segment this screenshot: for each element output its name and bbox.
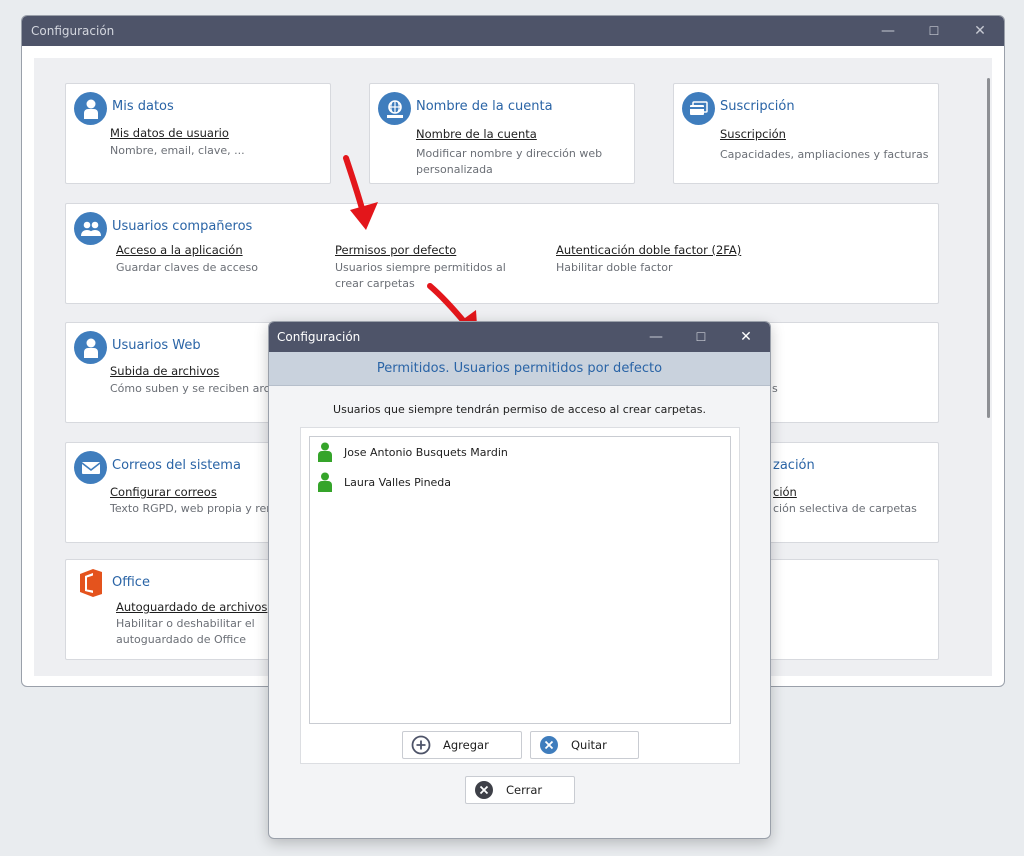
close-icon[interactable]: ✕: [960, 16, 1000, 46]
suscripcion-link[interactable]: Suscripción: [720, 127, 786, 141]
minimize-icon[interactable]: —: [868, 16, 908, 46]
acceso-aplicacion-link[interactable]: Acceso a la aplicación: [116, 243, 243, 257]
close-icon[interactable]: ✕: [726, 322, 766, 352]
main-titlebar[interactable]: Configuración — ☐ ✕: [22, 16, 1004, 46]
card-title: Mis datos: [112, 99, 174, 114]
mail-icon: [74, 451, 107, 484]
card-nombre-cuenta: Nombre de la cuenta Nombre de la cuenta …: [369, 83, 635, 184]
maximize-icon[interactable]: ☐: [914, 16, 954, 46]
card-desc: Nombre, email, clave, ...: [110, 144, 245, 157]
card-title: Usuarios compañeros: [112, 219, 253, 234]
card-desc: Guardar claves de acceso: [116, 261, 258, 274]
card-title: Nombre de la cuenta: [416, 99, 553, 114]
close-circle-icon: [475, 781, 493, 799]
list-item[interactable]: Laura Valles Pineda: [318, 470, 451, 494]
quitar-label: Quitar: [571, 738, 607, 752]
maximize-icon[interactable]: ☐: [681, 322, 721, 352]
card-suscripcion: Suscripción Suscripción Capacidades, amp…: [673, 83, 939, 184]
user-icon: [318, 472, 332, 492]
office-icon: [78, 568, 104, 602]
permisos-defecto-link[interactable]: Permisos por defecto: [335, 243, 456, 257]
add-icon: [411, 735, 431, 755]
subida-archivos-link[interactable]: Subida de archivos: [110, 364, 219, 378]
user-icon: [74, 92, 107, 125]
user-name: Jose Antonio Busquets Mardin: [344, 445, 508, 459]
card-payment-icon: [682, 92, 715, 125]
user-icon: [74, 331, 107, 364]
autenticacion-2fa-link[interactable]: Autenticación doble factor (2FA): [556, 243, 741, 257]
red-arrow-icon: [343, 155, 378, 230]
permisos-dialog: Configuración — ☐ ✕ Permitidos. Usuarios…: [268, 321, 771, 839]
scrollbar[interactable]: [987, 78, 990, 418]
user-icon: [318, 442, 332, 462]
dialog-title: Configuración: [277, 330, 361, 344]
user-name: Laura Valles Pineda: [344, 475, 452, 489]
card-desc: ción selectiva de carpetas: [773, 502, 917, 515]
card-title: Suscripción: [720, 99, 795, 114]
card-title: zación: [773, 458, 815, 473]
card-title: Office: [112, 575, 150, 590]
users-group-icon: [74, 212, 107, 245]
card-desc: Capacidades, ampliaciones y facturas: [720, 148, 929, 161]
card-desc: Habilitar o deshabilitar el autoguardado…: [116, 617, 255, 646]
mis-datos-usuario-link[interactable]: Mis datos de usuario: [110, 126, 229, 140]
agregar-button[interactable]: Agregar: [402, 731, 522, 759]
agregar-label: Agregar: [443, 738, 489, 752]
main-window-title: Configuración: [31, 24, 115, 38]
card-mis-datos: Mis datos Mis datos de usuario Nombre, e…: [65, 83, 331, 184]
card-desc: Habilitar doble factor: [556, 261, 673, 274]
sincronizacion-link[interactable]: ción: [773, 485, 797, 499]
card-desc: s: [772, 382, 778, 395]
minimize-icon[interactable]: —: [636, 322, 676, 352]
cerrar-label: Cerrar: [506, 783, 543, 797]
users-panel: Jose Antonio Busquets Mardin Laura Valle…: [300, 427, 740, 764]
nombre-cuenta-link[interactable]: Nombre de la cuenta: [416, 127, 537, 141]
card-desc: Cómo suben y se reciben archi: [110, 382, 280, 395]
cerrar-button[interactable]: Cerrar: [465, 776, 575, 804]
dialog-titlebar[interactable]: Configuración — ☐ ✕: [269, 322, 770, 352]
card-usuarios-companeros: Usuarios compañeros Acceso a la aplicaci…: [65, 203, 939, 304]
card-title: Usuarios Web: [112, 338, 201, 353]
card-desc: Texto RGPD, web propia y rem: [110, 502, 278, 515]
dialog-subtitle: Usuarios que siempre tendrán permiso de …: [333, 403, 706, 416]
globe-icon: [378, 92, 411, 125]
autoguardado-archivos-link[interactable]: Autoguardado de archivos: [116, 600, 267, 614]
card-title: Correos del sistema: [112, 458, 241, 473]
users-list[interactable]: Jose Antonio Busquets Mardin Laura Valle…: [309, 436, 731, 724]
remove-icon: [540, 736, 558, 754]
quitar-button[interactable]: Quitar: [530, 731, 639, 759]
card-desc: Modificar nombre y dirección web persona…: [416, 147, 603, 176]
dialog-header: Permitidos. Usuarios permitidos por defe…: [269, 352, 770, 386]
configurar-correos-link[interactable]: Configurar correos: [110, 485, 217, 499]
list-item[interactable]: Jose Antonio Busquets Mardin: [318, 440, 508, 464]
